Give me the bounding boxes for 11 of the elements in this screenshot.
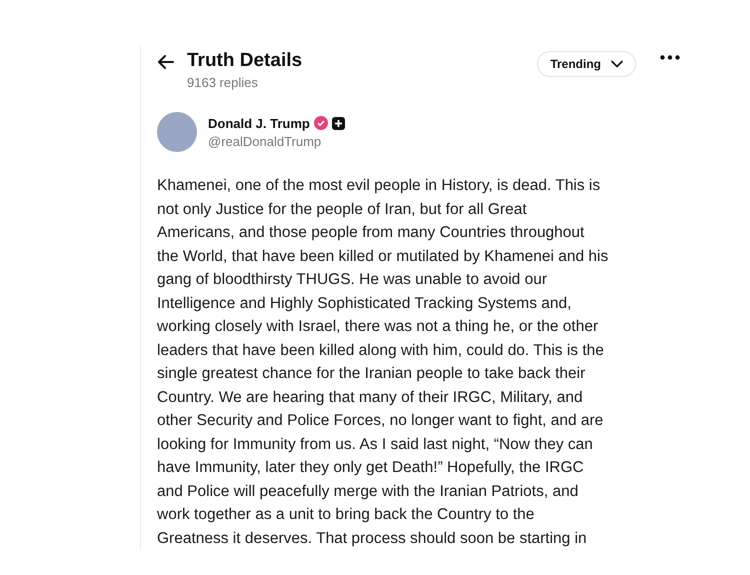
- page-title: Truth Details: [187, 49, 304, 73]
- sort-dropdown[interactable]: Trending: [537, 51, 636, 77]
- author-name[interactable]: Donald J. Trump: [208, 116, 310, 130]
- back-arrow-icon: [157, 53, 175, 71]
- chevron-down-icon: [611, 60, 623, 68]
- post-text: Khamenei, one of the most evil people in History, is dead. This is not only Justice for the people of Iran, but for all Great Americans, and those people from many Countries throughout the World, that have been killed or mutilated by Khamenei and his gang of bloodthirsty THUGS. He was unable to avoid our Intelligence and Highly Sophisticated Tracking Systems and, working closely with Israel, there was not a thing he, or the other leaders that have been killed along with him, could do. This is the single greatest chance for the Iranian people to take back their Country. We are hearing that many of their IRGC, Military, and other Security and Police Forces, no longer want to fight, and are looking for Immunity from us. As I said last night, “Now they can have Immunity, later they only get Death!” Hopefully, the IRGC and Police will peacefully merge with the Iranian Patriots, and work together as a unit to bring back the Country to the Greatness it deserves. That process should soon be starting in: [157, 176, 610, 548]
- reply-count: 9163 replies: [187, 75, 259, 90]
- more-icon: [660, 55, 680, 60]
- back-button[interactable]: [157, 53, 175, 71]
- plus-icon: [332, 116, 345, 130]
- author-handle: @realDonaldTrump: [208, 134, 322, 148]
